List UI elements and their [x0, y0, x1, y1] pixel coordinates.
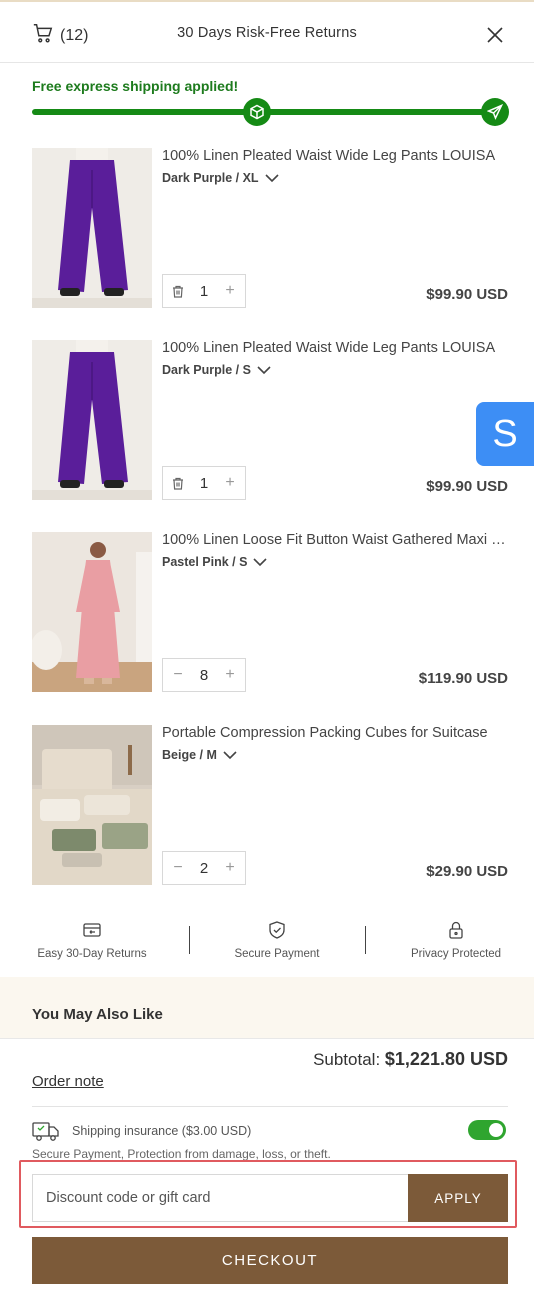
checkout-button[interactable]: CHECKOUT	[32, 1237, 508, 1284]
divider	[365, 926, 366, 954]
quantity-value[interactable]: 1	[200, 475, 208, 492]
quantity-value[interactable]: 2	[200, 860, 208, 877]
item-title[interactable]: Portable Compression Packing Cubes for S…	[162, 725, 508, 741]
item-price: $99.90 USD	[426, 286, 508, 303]
header-title: 30 Days Risk-Free Returns	[177, 25, 357, 41]
product-image[interactable]	[32, 340, 152, 500]
minus-icon[interactable]: −	[171, 666, 185, 683]
plus-icon[interactable]: +	[223, 282, 237, 299]
insurance-label: Shipping insurance ($3.00 USD)	[72, 1124, 252, 1138]
variant-label: Dark Purple / S	[162, 363, 251, 377]
delivery-truck-icon	[32, 1122, 59, 1141]
chevron-down-icon	[223, 751, 237, 760]
badge-secure-payment: Secure Payment	[197, 920, 357, 962]
subtotal: Subtotal: $1,221.80 USD	[313, 1049, 508, 1070]
variant-selector[interactable]: Dark Purple / S	[162, 363, 271, 377]
minus-icon[interactable]: −	[171, 859, 185, 876]
insurance-description: Secure Payment, Protection from damage, …	[32, 1147, 331, 1161]
quantity-stepper: − 2 +	[162, 851, 246, 885]
trash-icon[interactable]	[171, 284, 185, 298]
paper-plane-icon	[487, 104, 503, 120]
order-note-link[interactable]: Order note	[32, 1073, 104, 1090]
product-image[interactable]	[32, 725, 152, 885]
badge-returns: Easy 30-Day Returns	[12, 920, 172, 962]
shipping-milestone	[481, 98, 509, 126]
shipping-message: Free express shipping applied!	[32, 78, 239, 94]
cart-item: 100% Linen Pleated Waist Wide Leg Pants …	[32, 340, 508, 500]
floating-s-widget[interactable]: S	[476, 402, 534, 466]
variant-label: Pastel Pink / S	[162, 555, 248, 569]
quantity-stepper: − 8 +	[162, 658, 246, 692]
product-image[interactable]	[32, 532, 152, 692]
quantity-stepper: 1 +	[162, 274, 246, 308]
chevron-down-icon	[253, 558, 268, 567]
plus-icon[interactable]: +	[223, 859, 237, 876]
discount-code-input[interactable]	[32, 1174, 409, 1222]
variant-selector[interactable]: Pastel Pink / S	[162, 555, 268, 569]
product-image[interactable]	[32, 148, 152, 308]
variant-label: Dark Purple / XL	[162, 171, 259, 185]
badge-label: Easy 30-Day Returns	[37, 948, 147, 960]
subtotal-label: Subtotal:	[313, 1050, 381, 1069]
item-price: $119.90 USD	[418, 670, 508, 687]
divider	[32, 1106, 508, 1107]
badge-label: Privacy Protected	[410, 948, 502, 960]
shield-check-icon	[269, 921, 285, 939]
plus-icon[interactable]: +	[223, 474, 237, 491]
trash-icon[interactable]	[171, 476, 185, 490]
item-price: $29.90 USD	[426, 863, 508, 880]
quantity-stepper: 1 +	[162, 466, 246, 500]
subtotal-value: $1,221.80 USD	[384, 1049, 508, 1069]
cart-header: (12) 30 Days Risk-Free Returns	[0, 2, 534, 63]
divider	[189, 926, 190, 954]
plus-icon[interactable]: +	[223, 666, 237, 683]
close-icon[interactable]	[486, 26, 504, 44]
cart-item: Portable Compression Packing Cubes for S…	[32, 725, 508, 885]
item-title[interactable]: 100% Linen Loose Fit Button Waist Gather…	[162, 532, 508, 548]
recommendations-section: You May Also Like	[0, 977, 534, 1039]
return-box-icon	[83, 923, 101, 937]
package-milestone	[243, 98, 271, 126]
insurance-toggle[interactable]	[468, 1120, 506, 1140]
badge-label: Secure Payment	[234, 948, 320, 960]
variant-selector[interactable]: Dark Purple / XL	[162, 171, 279, 185]
apply-button[interactable]: APPLY	[408, 1174, 508, 1222]
badge-privacy: Privacy Protected	[376, 920, 534, 962]
chevron-down-icon	[257, 366, 271, 375]
item-title[interactable]: 100% Linen Pleated Waist Wide Leg Pants …	[162, 148, 508, 164]
chevron-down-icon	[264, 174, 279, 183]
variant-label: Beige / M	[162, 748, 217, 762]
lock-icon	[449, 921, 463, 939]
cart-item: 100% Linen Pleated Waist Wide Leg Pants …	[32, 148, 508, 308]
trust-badges: Easy 30-Day Returns Secure Payment Priva…	[0, 920, 534, 970]
item-price: $99.90 USD	[426, 478, 508, 495]
item-title[interactable]: 100% Linen Pleated Waist Wide Leg Pants …	[162, 340, 508, 356]
variant-selector[interactable]: Beige / M	[162, 748, 237, 762]
quantity-value[interactable]: 8	[200, 667, 208, 684]
package-icon	[250, 104, 264, 120]
recommendations-title: You May Also Like	[32, 1006, 163, 1023]
cart-item: 100% Linen Loose Fit Button Waist Gather…	[32, 532, 508, 692]
quantity-value[interactable]: 1	[200, 283, 208, 300]
